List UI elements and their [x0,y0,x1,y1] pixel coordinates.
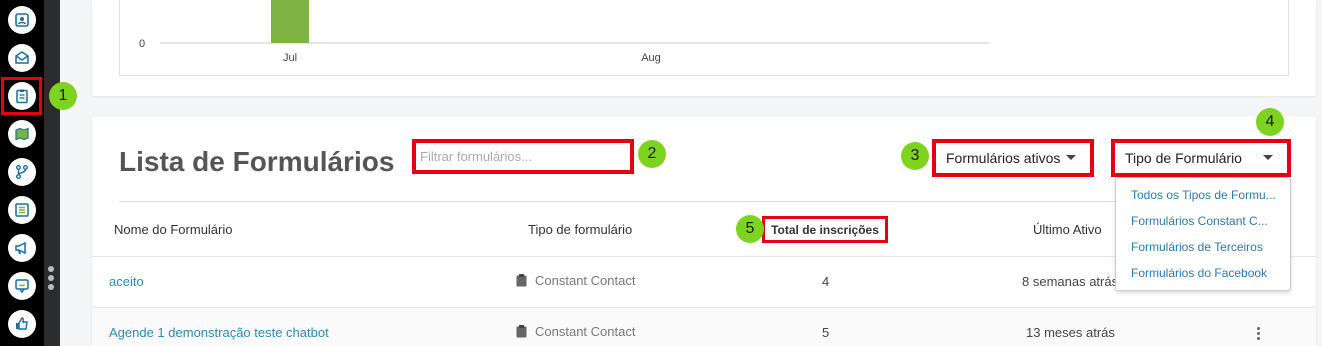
chevron-down-icon [1263,155,1273,160]
lists-icon[interactable] [8,196,36,224]
clipboard-icon [516,325,527,338]
menu-item-third-party[interactable]: Formulários de Terceiros [1116,238,1290,264]
last-active: 13 meses atrás [1026,325,1115,340]
total-subscriptions: 4 [822,274,830,289]
automation-icon[interactable] [8,158,36,186]
more-options-icon[interactable] [1257,327,1260,340]
chart-card: 0 Jul Aug [92,0,1316,96]
panel-divider[interactable] [44,0,60,346]
y-tick-label: 0 [139,38,145,50]
status-dropdown-label: Formulários ativos [946,150,1061,166]
filter-input[interactable] [420,147,626,166]
status-dropdown[interactable]: Formulários ativos [932,139,1094,177]
campaigns-icon[interactable] [8,234,36,262]
form-name-link[interactable]: aceito [109,274,144,289]
form-type-cell: Constant Contact [516,273,635,288]
column-header-type[interactable]: Tipo de formulário [528,222,632,237]
x-tick-label: Jul [283,52,297,64]
total-subscriptions: 5 [822,325,830,340]
annotation-badge-1: 1 [49,82,77,110]
bar-jul [271,0,309,43]
active-nav-highlight [1,77,42,115]
annotation-badge-2: 2 [638,140,666,168]
chart: 0 Jul Aug [139,0,990,64]
filter-box-highlight [412,139,634,174]
email-icon[interactable] [8,44,36,72]
left-nav [0,0,44,346]
column-header-name[interactable]: Nome do Formulário [114,222,233,237]
type-dropdown[interactable]: Tipo de Formulário [1111,139,1291,177]
x-tick-label: Aug [641,52,661,64]
clipboard-icon [516,274,527,287]
menu-item-constant-contact[interactable]: Formulários Constant C... [1116,212,1290,238]
form-type-cell: Constant Contact [516,324,635,339]
menu-item-facebook[interactable]: Formulários do Facebook [1116,264,1290,290]
type-dropdown-label: Tipo de Formulário [1125,150,1242,166]
page-title: Lista de Formulários [119,146,395,177]
menu-item-all-types[interactable]: Todos os Tipos de Formu... [1116,186,1290,212]
header-divider [119,201,1119,202]
annotation-badge-3: 3 [901,142,929,170]
chat-icon[interactable] [8,272,36,300]
form-type-label: Constant Contact [535,324,636,339]
column-header-last-active[interactable]: Último Ativo [1033,222,1102,237]
form-name-link[interactable]: Agende 1 demonstração teste chatbot [109,325,329,340]
column-header-total[interactable]: Total de inscrições [762,216,888,243]
table-row[interactable]: Agende 1 demonstração teste chatbot Cons… [92,308,1316,346]
contacts-icon[interactable] [8,6,36,34]
resize-handle-icon[interactable] [48,266,54,290]
type-dropdown-menu: Todos os Tipos de Formu... Formulários C… [1115,177,1291,291]
last-active: 8 semanas atrás [1022,274,1119,289]
annotation-badge-5: 5 [736,215,764,243]
annotation-badge-4: 4 [1256,108,1284,136]
chevron-down-icon [1066,155,1076,160]
map-icon[interactable] [8,120,36,148]
form-type-label: Constant Contact [535,273,636,288]
like-icon[interactable] [8,310,36,338]
